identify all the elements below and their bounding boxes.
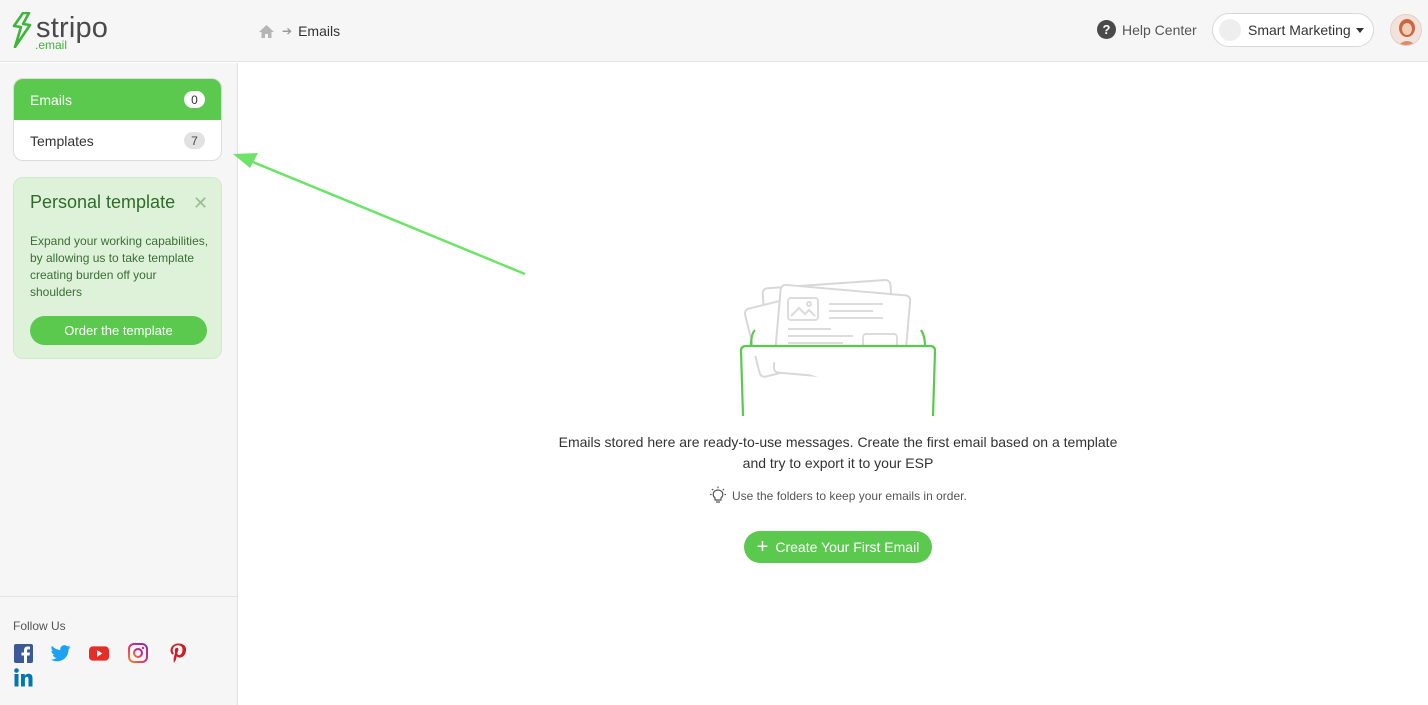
help-center-link[interactable]: ? Help Center [1097,20,1197,39]
follow-us-label: Follow Us [13,619,66,633]
create-first-email-label: Create Your First Email [775,539,920,555]
empty-state-message: Emails stored here are ready-to-use mess… [548,432,1128,474]
promo-title: Personal template [30,192,176,212]
twitter-icon[interactable] [51,643,71,663]
sidebar: Emails 0 Templates 7 Personal template ✕… [0,63,238,705]
chevron-down-icon [1355,27,1364,33]
logo-bolt-icon [12,12,32,48]
logo-domain: .email [35,38,68,52]
main-content: Emails stored here are ready-to-use mess… [238,63,1428,705]
empty-state-line-1: Emails stored here are ready-to-use mess… [558,434,1118,450]
question-icon: ? [1097,20,1116,39]
empty-folder-illustration-icon [739,278,937,417]
linkedin-icon[interactable] [13,667,33,687]
empty-state-line-2: and try to export it to your ESP [742,455,934,471]
follow-us-section: Follow Us [0,596,237,705]
nav-item-label: Templates [30,132,94,149]
user-photo-icon [1391,15,1421,45]
close-icon[interactable]: ✕ [193,194,208,212]
account-name: Smart Marketing [1248,22,1351,38]
promo-description: Expand your working capabilities, by all… [30,234,209,299]
count-badge: 7 [184,132,205,149]
folders-tip-text: Use the folders to keep your emails in o… [732,489,967,503]
nav-item-label: Emails [30,91,73,108]
youtube-icon[interactable] [89,643,109,663]
account-avatar [1219,19,1241,41]
nav-item-templates[interactable]: Templates 7 [14,120,221,160]
folders-tip: Use the folders to keep your emails in o… [708,486,967,506]
nav-item-emails[interactable]: Emails 0 [14,79,221,120]
facebook-icon[interactable] [13,643,33,663]
breadcrumb-separator-icon: ➔ [282,24,293,38]
stripo-logo[interactable]: stripo .email [12,10,122,52]
user-avatar[interactable] [1390,14,1422,46]
home-icon[interactable] [258,24,275,39]
create-first-email-button[interactable]: + Create Your First Email [744,531,932,563]
account-switcher[interactable]: Smart Marketing [1212,13,1374,47]
personal-template-promo: Personal template ✕ Expand your working … [13,177,222,359]
top-header: stripo .email ➔ Emails ? Help Center Sma… [0,0,1428,62]
pinterest-icon[interactable] [168,643,188,663]
folder-nav: Emails 0 Templates 7 [13,78,222,161]
breadcrumb-current: Emails [298,23,341,39]
breadcrumb: ➔ Emails [258,22,340,40]
count-badge: 0 [184,91,205,108]
help-center-label: Help Center [1122,21,1197,38]
instagram-icon[interactable] [128,643,148,663]
plus-icon: + [756,536,769,558]
order-template-button[interactable]: Order the template [30,316,207,345]
lightbulb-icon [710,486,726,503]
